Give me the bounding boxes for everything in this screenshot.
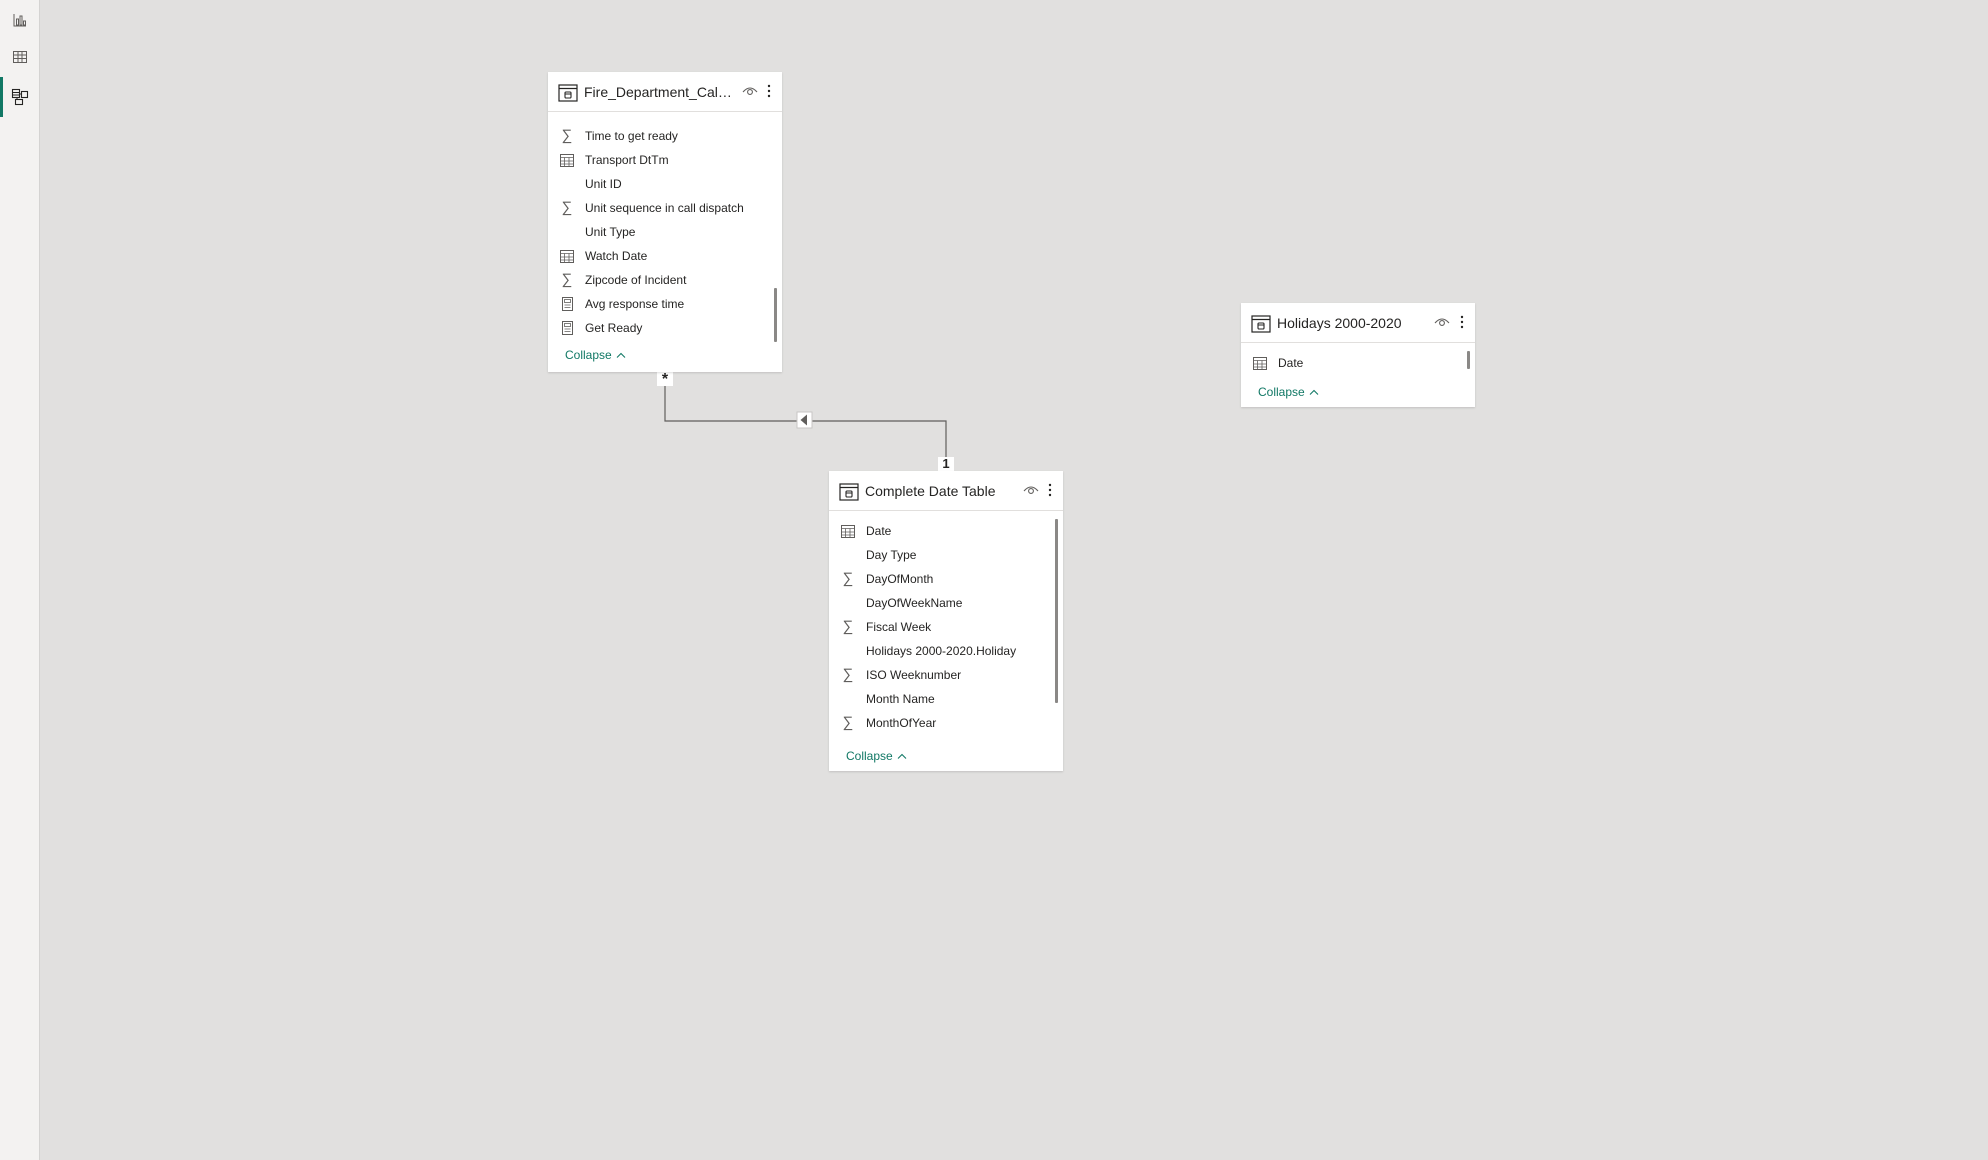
scrollbar-thumb[interactable] [774, 288, 777, 342]
field-row[interactable]: Day Type [829, 543, 1063, 567]
chevron-up-icon [1309, 389, 1319, 395]
report-view-button[interactable] [0, 0, 40, 40]
field-label: ISO Weeknumber [866, 668, 962, 682]
table-card-header[interactable]: Holidays 2000-2020 [1241, 303, 1475, 343]
table-card-complete-date[interactable]: Complete Date Table Date Day Type ∑ DayOf… [829, 471, 1063, 771]
field-row[interactable]: ∑ Zipcode of Incident [548, 268, 782, 292]
calendar-icon [559, 152, 575, 168]
field-label: Day Type [866, 548, 917, 562]
field-row[interactable]: Unit ID [548, 172, 782, 196]
field-label: Unit Type [585, 225, 636, 239]
field-row[interactable]: Avg response time [548, 292, 782, 316]
table-card-header[interactable]: Complete Date Table [829, 471, 1063, 511]
relationship-one-label: 1 [942, 456, 950, 471]
table-title: Fire_Department_Call... [584, 84, 732, 100]
relationship-many-label: * [661, 371, 669, 388]
field-label: Date [1278, 356, 1304, 370]
view-switcher-rail [0, 0, 40, 1160]
calendar-icon [840, 523, 856, 539]
table-grid-icon [13, 51, 27, 63]
field-label: Unit sequence in call dispatch [585, 201, 744, 215]
field-label: Avg response time [585, 297, 685, 311]
calculator-icon [559, 296, 575, 312]
more-options-icon[interactable] [766, 83, 772, 99]
field-row[interactable]: DayOfWeekName [829, 591, 1063, 615]
field-label: Transport DtTm [585, 153, 669, 167]
field-list: Date [1241, 351, 1475, 375]
data-view-button[interactable] [0, 37, 40, 77]
field-row[interactable]: ∑ Time to get ready [548, 124, 782, 148]
scrollbar-thumb[interactable] [1055, 519, 1058, 703]
table-title: Holidays 2000-2020 [1277, 315, 1402, 331]
sigma-icon: ∑ [561, 127, 573, 144]
field-row[interactable]: Date [1241, 351, 1475, 375]
collapse-label: Collapse [565, 348, 612, 362]
model-icon [11, 88, 29, 106]
sigma-icon: ∑ [842, 666, 854, 683]
sigma-icon: ∑ [842, 570, 854, 587]
chevron-up-icon [616, 352, 626, 358]
field-list: Date Day Type ∑ DayOfMonth DayOfWeekName … [829, 519, 1063, 735]
bar-chart-icon [13, 14, 26, 27]
field-label: Unit ID [585, 177, 622, 191]
field-label: MonthOfYear [866, 716, 937, 730]
field-list: ∑ Time to get ready Transport DtTm Unit I… [548, 124, 782, 340]
field-row[interactable]: ∑ ISO Weeknumber [829, 663, 1063, 687]
visibility-eye-icon[interactable] [1434, 316, 1450, 328]
field-row[interactable]: ∑ MonthOfYear [829, 711, 1063, 735]
table-card-holidays[interactable]: Holidays 2000-2020 Date Collapse [1241, 303, 1475, 407]
sigma-icon: ∑ [842, 714, 854, 731]
collapse-link[interactable]: Collapse [1258, 385, 1319, 399]
field-label: Month Name [866, 692, 935, 706]
field-row[interactable]: Holidays 2000-2020.Holiday [829, 639, 1063, 663]
field-label: Holidays 2000-2020.Holiday [866, 644, 1017, 658]
field-row[interactable]: Date [829, 519, 1063, 543]
field-row[interactable]: Month Name [829, 687, 1063, 711]
calendar-icon [1252, 355, 1268, 371]
field-label: Watch Date [585, 249, 648, 263]
chevron-up-icon [897, 753, 907, 759]
field-label: DayOfMonth [866, 572, 934, 586]
field-label: Get Ready [585, 321, 643, 335]
calculator-icon [559, 320, 575, 336]
more-options-icon[interactable] [1047, 482, 1053, 498]
table-icon [558, 84, 578, 102]
visibility-eye-icon[interactable] [742, 85, 758, 97]
field-label: Zipcode of Incident [585, 273, 687, 287]
scrollbar-thumb[interactable] [1467, 351, 1470, 369]
field-row[interactable]: Watch Date [548, 244, 782, 268]
collapse-label: Collapse [846, 749, 893, 763]
field-label: Date [866, 524, 892, 538]
field-label: Fiscal Week [866, 620, 932, 634]
field-row[interactable]: Get Ready [548, 316, 782, 340]
table-card-fire-department[interactable]: Fire_Department_Call... ∑ Time to get rea… [548, 72, 782, 372]
table-icon [839, 483, 859, 501]
field-row[interactable]: ∑ Unit sequence in call dispatch [548, 196, 782, 220]
sigma-icon: ∑ [561, 199, 573, 216]
sigma-icon: ∑ [842, 618, 854, 635]
field-row[interactable]: Transport DtTm [548, 148, 782, 172]
calendar-icon [559, 248, 575, 264]
more-options-icon[interactable] [1459, 314, 1465, 330]
table-title: Complete Date Table [865, 483, 996, 499]
table-card-header[interactable]: Fire_Department_Call... [548, 72, 782, 112]
field-row[interactable]: Unit Type [548, 220, 782, 244]
table-icon [1251, 315, 1271, 333]
collapse-link[interactable]: Collapse [565, 348, 626, 362]
field-label: DayOfWeekName [866, 596, 963, 610]
field-label: Time to get ready [585, 129, 678, 143]
collapse-label: Collapse [1258, 385, 1305, 399]
visibility-eye-icon[interactable] [1023, 484, 1039, 496]
field-row[interactable]: ∑ Fiscal Week [829, 615, 1063, 639]
field-row[interactable]: ∑ DayOfMonth [829, 567, 1063, 591]
model-view-button[interactable] [0, 77, 40, 117]
sigma-icon: ∑ [561, 271, 573, 288]
collapse-link[interactable]: Collapse [846, 749, 907, 763]
